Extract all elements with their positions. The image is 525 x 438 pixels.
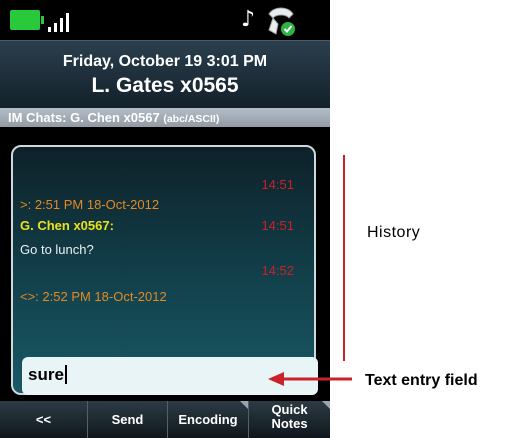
history-bracket-line — [343, 155, 345, 361]
back-softkey[interactable]: << — [0, 401, 88, 438]
signal-icon — [46, 12, 76, 32]
system-message: <>: 2:52 PM 18-Oct-2012 — [20, 289, 167, 304]
message-text: Go to lunch? — [20, 242, 94, 257]
call-header: Friday, October 19 3:01 PM L. Gates x056… — [0, 40, 330, 109]
music-note-icon: ♪ — [240, 7, 256, 32]
submenu-indicator-icon — [240, 401, 248, 409]
submenu-indicator-icon — [322, 401, 330, 409]
encoding-softkey[interactable]: Encoding — [168, 401, 249, 438]
text-entry-callout: Text entry field — [365, 372, 478, 389]
softkey-label: << — [35, 412, 52, 427]
status-bar: ♪ — [0, 0, 330, 40]
caller-name: L. Gates x0565 — [91, 74, 239, 97]
softkey-label: Quick — [271, 402, 308, 417]
arrow-icon — [268, 372, 352, 386]
softkey-bar: << Send Encoding Quick Notes — [0, 401, 330, 438]
chat-title-bar: IM Chats: G. Chen x0567 (abc/ASCII) — [0, 108, 330, 127]
timestamp: 14:51 — [261, 177, 294, 192]
sender-name: G. Chen x0567: — [20, 218, 114, 233]
softkey-label: Send — [111, 412, 144, 427]
chat-title: IM Chats: G. Chen x0567 — [8, 110, 160, 125]
text-cursor — [64, 365, 67, 384]
softkey-label: Notes — [271, 416, 308, 431]
timestamp: 14:52 — [261, 263, 294, 278]
system-message: >: 2:51 PM 18-Oct-2012 — [20, 197, 160, 212]
date-time: Friday, October 19 3:01 PM — [62, 53, 268, 70]
send-softkey[interactable]: Send — [88, 401, 168, 438]
timestamp: 14:51 — [261, 218, 294, 233]
encoding-label: (abc/ASCII) — [163, 113, 220, 125]
entry-value: sure — [28, 365, 64, 384]
history-callout: History — [367, 224, 421, 241]
quick-notes-softkey[interactable]: Quick Notes — [249, 401, 330, 438]
battery-icon — [10, 10, 44, 30]
softkey-label: Encoding — [178, 412, 238, 427]
handset-icon — [268, 7, 295, 36]
